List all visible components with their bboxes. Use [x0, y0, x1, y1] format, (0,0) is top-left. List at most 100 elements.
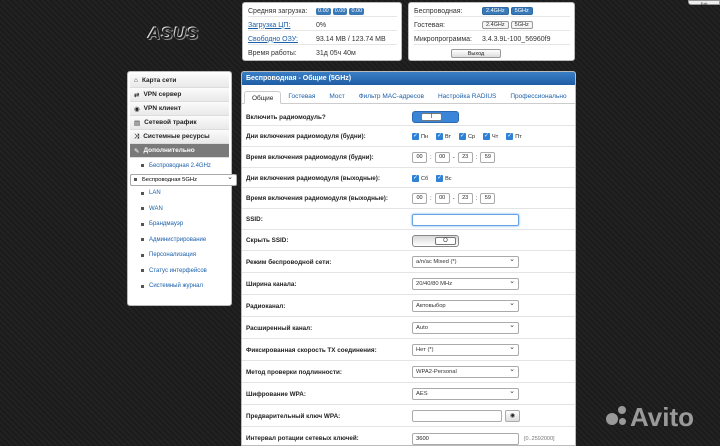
- load-5m-badge: 0.00: [332, 7, 348, 15]
- hide-ssid-toggle[interactable]: O: [412, 234, 459, 247]
- submenu-wireless-24[interactable]: Беспроводная 2.4GHz: [130, 158, 229, 174]
- key-rotation-label: Интервал ротации сетевых ключей:: [246, 435, 359, 442]
- wireless-mode-label: Режим беспроводной сети:: [246, 258, 332, 266]
- wrench-icon: ✎: [134, 147, 140, 155]
- load-average-row: Средняя загрузка: 0.00 0.00 0.00: [248, 6, 397, 17]
- checkbox-sat[interactable]: ✓ Сб: [412, 175, 428, 182]
- wireless-label: Беспроводная:: [414, 7, 463, 15]
- weekend-days-label: Дни включения радиомодуля (выходные):: [246, 175, 380, 182]
- globe-icon: ◉: [134, 105, 140, 113]
- weekday-end-minute[interactable]: 59: [480, 152, 496, 163]
- uptime-row: Время работы: 31д 05ч 40м: [248, 48, 397, 59]
- tab-general[interactable]: Общие: [244, 91, 282, 104]
- page-title: Беспроводная - Общие (5GHz): [242, 72, 575, 85]
- wpa-key-input[interactable]: [412, 410, 502, 422]
- load-15m-badge: 0.00: [349, 7, 365, 15]
- tx-rate-label: Фиксированная скорость TX соединения:: [246, 346, 377, 354]
- tab-mac-filter[interactable]: Фильтр MAC-адресов: [352, 90, 431, 103]
- weekday-time-label: Время включения радиомодуля (будни):: [246, 154, 374, 161]
- auth-method-select[interactable]: WPA2-Personal: [412, 365, 519, 378]
- free-ram-link[interactable]: Свободно ОЗУ:: [248, 36, 316, 43]
- weekday-start-minute[interactable]: 00: [434, 152, 450, 163]
- key-rotation-range-hint: [0..2592000]: [524, 435, 555, 442]
- check-icon: ✓: [412, 175, 419, 182]
- guest-24ghz-chip[interactable]: 2.4GHz: [482, 21, 509, 29]
- check-icon: ✓: [436, 175, 444, 182]
- checkbox-tue[interactable]: ✓ Вт: [436, 133, 451, 140]
- sidebar-menu: ⌂ Карта сети ⇄ VPN сервер ◉ VPN клиент ▤ Сет…: [127, 71, 237, 306]
- sidebar-item-traffic[interactable]: ▤ Сетевой трафик: [130, 116, 229, 130]
- submenu-lan[interactable]: LAN: [130, 186, 229, 202]
- weekend-end-hour[interactable]: 23: [457, 193, 473, 204]
- submenu-wireless-5[interactable]: Беспроводная 5GHz: [130, 173, 237, 186]
- firmware-label: Микропрограмма:: [414, 35, 472, 43]
- tx-rate-select[interactable]: Нет (*): [412, 343, 519, 356]
- logout-row: Выход: [414, 48, 570, 59]
- sidebar-item-network-map[interactable]: ⌂ Карта сети: [130, 74, 229, 88]
- wireless-24ghz-chip[interactable]: 2.4GHz: [482, 7, 509, 15]
- radio-enable-row: Включить радиомодуль? I: [242, 109, 575, 126]
- ram-row: Свободно ОЗУ: 93.14 MB / 123.74 MB: [248, 34, 397, 45]
- wireless-mode-select[interactable]: a/n/ac Mixed (*): [412, 255, 519, 268]
- tab-bridge[interactable]: Мост: [322, 90, 351, 103]
- tab-guest[interactable]: Гостевая: [281, 90, 322, 103]
- channel-select[interactable]: Автовыбор: [412, 299, 519, 312]
- key-rotation-input[interactable]: 3600: [412, 432, 519, 445]
- weekend-start-hour[interactable]: 00: [412, 193, 427, 204]
- firmware-version-link[interactable]: 3.4.3.9L-100_56960f9: [482, 36, 551, 43]
- bullet-icon: [141, 269, 144, 273]
- sidebar-item-vpn-server[interactable]: ⇄ VPN сервер: [130, 88, 229, 102]
- check-icon: ✓: [459, 133, 467, 140]
- submenu-administration[interactable]: Администрирование: [130, 232, 229, 248]
- guest-5ghz-chip[interactable]: 5GHz: [510, 21, 533, 29]
- wireless-5ghz-chip[interactable]: 5GHz: [510, 7, 533, 15]
- asus-logo: ASUS: [148, 24, 200, 43]
- auth-method-label: Метод проверки подлинности:: [246, 368, 342, 376]
- radio-enable-toggle[interactable]: I: [412, 111, 459, 123]
- weekday-days-label: Дни включения радиомодуля (будни):: [246, 133, 366, 140]
- logout-button[interactable]: Выход: [451, 49, 501, 58]
- avito-watermark: Avito: [606, 402, 694, 433]
- channel-width-row: Ширина канала: 20/40/80 MHz: [242, 274, 575, 295]
- ssid-input[interactable]: [412, 213, 519, 226]
- submenu-system-log[interactable]: Системный журнал: [130, 279, 229, 295]
- ssid-label: SSID:: [246, 216, 263, 223]
- load-1m-badge: 0.00: [316, 7, 331, 15]
- wpa-key-row: Предварительный ключ WPA: ◉: [242, 406, 575, 427]
- weekend-start-minute[interactable]: 00: [434, 193, 450, 204]
- weekend-days-row: Дни включения радиомодуля (выходные): ✓ С…: [242, 170, 575, 188]
- weekend-end-minute[interactable]: 59: [480, 193, 496, 204]
- tab-bar: Общие Гостевая Мост Фильтр MAC-адресов Н…: [242, 87, 575, 104]
- submenu-customization[interactable]: Персонализация: [130, 248, 229, 264]
- cpu-load-link[interactable]: Загрузка ЦП:: [248, 22, 316, 29]
- extension-channel-select[interactable]: Auto: [412, 321, 519, 334]
- weekend-time-row: Время включения радиомодуля (выходные): …: [242, 189, 575, 209]
- checkbox-fri[interactable]: ✓ Пт: [506, 133, 522, 140]
- cpu-load-value: 0%: [316, 21, 327, 29]
- corner-exit-button[interactable]: Exit: [688, 0, 720, 6]
- sidebar-item-system-resources[interactable]: ⤨ Системные ресурсы: [130, 130, 229, 144]
- checkbox-wed[interactable]: ✓ Ср: [459, 133, 475, 140]
- tab-professional[interactable]: Профессионально: [503, 90, 573, 103]
- sidebar-item-advanced[interactable]: ✎ Дополнительно: [130, 144, 229, 158]
- bullet-icon: [141, 207, 144, 211]
- channel-width-select[interactable]: 20/40/80 MHz: [412, 277, 519, 290]
- uptime-value: 31д 05ч 40м: [316, 50, 356, 57]
- sidebar-item-vpn-client[interactable]: ◉ VPN клиент: [130, 102, 229, 116]
- wpa-encryption-select[interactable]: AES: [412, 387, 519, 400]
- toggle-knob: I: [421, 113, 442, 121]
- checkbox-thu[interactable]: ✓ Чт: [483, 133, 498, 140]
- weekday-time-row: Время включения радиомодуля (будни): 00:…: [242, 148, 575, 168]
- tx-rate-row: Фиксированная скорость TX соединения: Не…: [242, 340, 575, 361]
- tab-radius[interactable]: Настройка RADIUS: [431, 90, 503, 103]
- bullet-icon: [134, 178, 137, 181]
- checkbox-mon[interactable]: ✓ Пн: [412, 133, 428, 140]
- submenu-interface-status[interactable]: Статус интерфейсов: [130, 263, 229, 279]
- weekday-start-hour[interactable]: 00: [412, 152, 427, 163]
- submenu-wan[interactable]: WAN: [130, 201, 229, 217]
- checkbox-sun[interactable]: ✓ Вс: [436, 175, 452, 182]
- weekday-end-hour[interactable]: 23: [457, 152, 473, 163]
- submenu-firewall[interactable]: Брандмауэр: [130, 217, 229, 233]
- radio-enable-label: Включить радиомодуль?: [246, 113, 326, 121]
- show-password-eye-icon[interactable]: ◉: [505, 410, 520, 422]
